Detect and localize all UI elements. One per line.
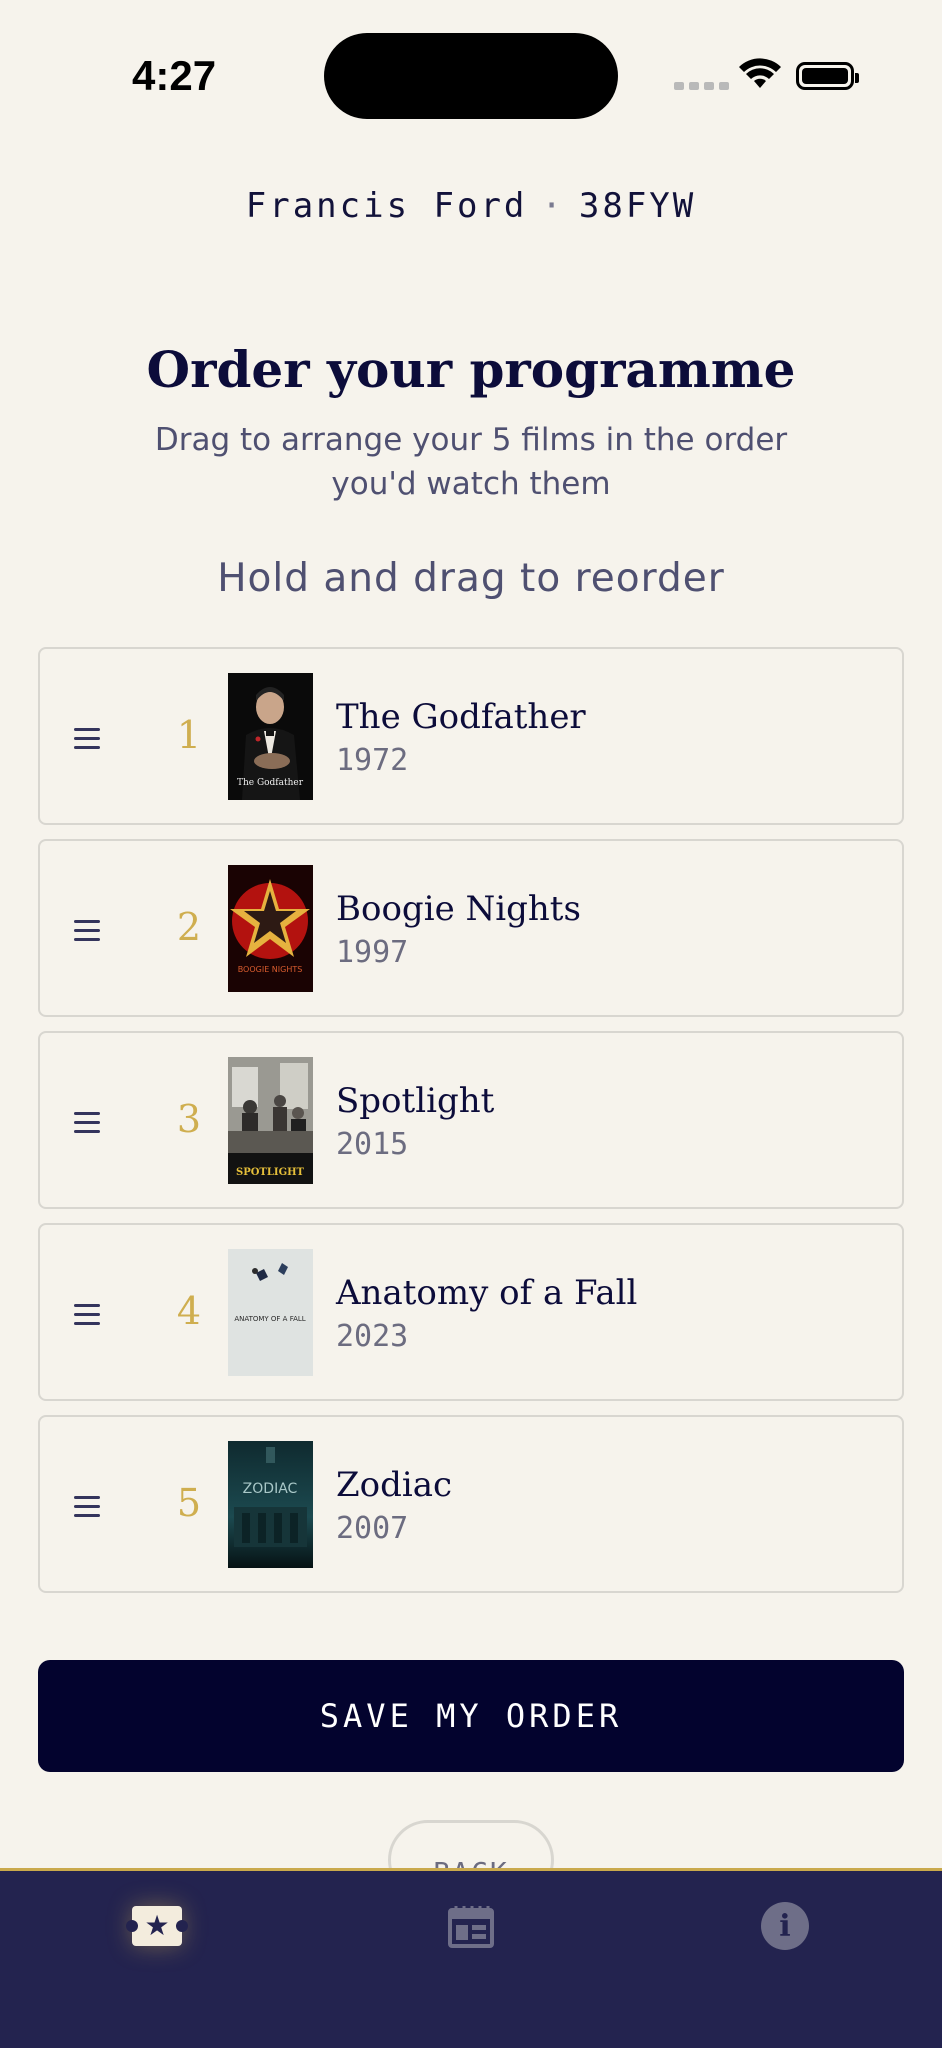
film-poster: BOOGIE NIGHTS [228, 865, 313, 992]
page-subtitle: Drag to arrange your 5 films in the orde… [154, 422, 788, 502]
film-rank: 2 [176, 905, 202, 949]
film-rank: 4 [176, 1289, 202, 1333]
film-row[interactable]: 5 ZODIAC Zodiac 2007 [38, 1415, 904, 1593]
battery-icon [796, 62, 859, 90]
film-title: Spotlight [336, 1081, 495, 1121]
drag-handle-icon[interactable] [74, 1496, 100, 1518]
separator-dot: · [541, 186, 565, 226]
film-year: 1972 [336, 743, 409, 778]
user-code: 38FYW [578, 186, 697, 226]
wifi-icon [738, 58, 782, 96]
info-icon: i [761, 1902, 809, 1950]
drag-handle-icon[interactable] [74, 920, 100, 942]
user-identifier: Francis Ford · 38FYW [0, 186, 942, 226]
film-rank: 3 [176, 1097, 202, 1141]
film-title: Boogie Nights [336, 889, 581, 929]
status-time: 4:27 [132, 52, 217, 99]
film-title: The Godfather [336, 697, 586, 737]
film-poster: ZODIAC [228, 1441, 313, 1568]
film-rank: 5 [176, 1481, 202, 1525]
tab-bar: ★ i [0, 1868, 942, 2048]
film-rank: 1 [176, 713, 202, 757]
tab-programme[interactable]: ★ [57, 1871, 257, 1981]
poster-title-text: BOOGIE NIGHTS [238, 965, 303, 974]
film-poster: The Godfather [228, 673, 313, 800]
drag-handle-icon[interactable] [74, 1112, 100, 1134]
film-poster: SPOTLIGHT [228, 1057, 313, 1184]
calendar-icon [448, 1906, 494, 1948]
film-poster: ANATOMY OF A FALL [228, 1249, 313, 1376]
ticket-star-icon: ★ [126, 1906, 188, 1946]
reorder-hint: Hold and drag to reorder [217, 556, 725, 601]
tab-info[interactable]: i [685, 1871, 885, 1981]
poster-title-text: The Godfather [237, 778, 304, 788]
film-title: Anatomy of a Fall [336, 1273, 638, 1313]
user-name: Francis Ford [245, 186, 528, 226]
poster-title-text: SPOTLIGHT [236, 1167, 305, 1178]
film-list: 1 The Godfather The Godfather 1972 2 BOO… [38, 647, 904, 1607]
film-row[interactable]: 1 The Godfather The Godfather 1972 [38, 647, 904, 825]
poster-title-text: ZODIAC [243, 1481, 298, 1497]
drag-handle-icon[interactable] [74, 728, 100, 750]
film-year: 1997 [336, 935, 409, 970]
film-title: Zodiac [336, 1465, 453, 1505]
film-row[interactable]: 4 ANATOMY OF A FALL Anatomy of a Fall 20… [38, 1223, 904, 1401]
film-row[interactable]: 2 BOOGIE NIGHTS Boogie Nights 1997 [38, 839, 904, 1017]
page-title: Order your programme [146, 340, 796, 399]
tab-schedule[interactable] [371, 1871, 571, 1981]
film-year: 2015 [336, 1127, 409, 1162]
film-row[interactable]: 3 SPOTLIGHT Spotlight 2015 [38, 1031, 904, 1209]
film-year: 2007 [336, 1511, 409, 1546]
cellular-signal-icon [674, 82, 729, 90]
poster-title-text: ANATOMY OF A FALL [234, 1315, 305, 1323]
dynamic-island [324, 33, 618, 119]
save-order-button[interactable]: SAVE MY ORDER [38, 1660, 904, 1772]
status-bar: 4:27 [0, 0, 942, 150]
film-year: 2023 [336, 1319, 409, 1354]
drag-handle-icon[interactable] [74, 1304, 100, 1326]
